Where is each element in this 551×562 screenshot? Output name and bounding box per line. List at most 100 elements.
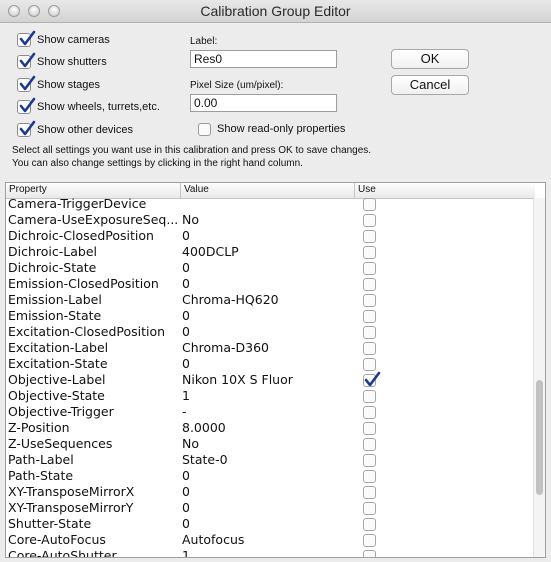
table-row[interactable]: XY-TransposeMirrorY 0 [6, 500, 535, 516]
scrollbar-thumb[interactable] [536, 380, 543, 495]
use-checkbox[interactable] [363, 246, 376, 259]
value-cell[interactable]: No [182, 212, 352, 227]
table-row[interactable]: Dichroic-State 0 [6, 260, 535, 276]
use-checkbox[interactable] [363, 371, 381, 387]
use-checkbox[interactable] [363, 502, 376, 515]
table-body: Camera-TriggerDevice Camera-UseExposureSe… [6, 196, 535, 558]
value-cell[interactable]: 0 [182, 228, 352, 243]
value-cell[interactable]: 8.0000 [182, 420, 352, 435]
use-checkbox[interactable] [363, 518, 376, 531]
table-row[interactable]: Camera-TriggerDevice [6, 196, 535, 212]
use-checkbox[interactable] [363, 342, 376, 355]
ok-button[interactable]: OK [391, 49, 469, 69]
use-checkbox[interactable] [363, 230, 376, 243]
value-cell[interactable]: 1 [182, 548, 352, 557]
table-row[interactable]: Shutter-State 0 [6, 516, 535, 532]
table-row[interactable]: Excitation-ClosedPosition 0 [6, 324, 535, 340]
value-cell[interactable]: Chroma-HQ620 [182, 292, 352, 307]
show-option-label: Show stages [37, 79, 100, 91]
table-row[interactable]: Camera-UseExposureSeq... No [6, 212, 535, 228]
table-row[interactable]: Emission-Label Chroma-HQ620 [6, 292, 535, 308]
table-row[interactable]: Dichroic-ClosedPosition 0 [6, 228, 535, 244]
table-row[interactable]: Emission-State 0 [6, 308, 535, 324]
value-cell[interactable]: 0 [182, 356, 352, 371]
value-cell[interactable]: 0 [182, 468, 352, 483]
use-checkbox[interactable] [363, 214, 376, 227]
table-row[interactable]: Core-AutoShutter 1 [6, 548, 535, 558]
value-cell[interactable]: 0 [182, 484, 352, 499]
use-checkbox[interactable] [363, 198, 376, 211]
use-checkbox[interactable] [363, 294, 376, 307]
use-checkbox[interactable] [363, 438, 376, 451]
use-checkbox[interactable] [363, 550, 376, 557]
use-checkbox[interactable] [363, 534, 376, 547]
property-cell: Z-UseSequences [8, 436, 113, 451]
pixel-size-input[interactable]: 0.00 [190, 94, 337, 112]
header-value[interactable]: Value [184, 184, 209, 195]
use-checkbox[interactable] [363, 470, 376, 483]
value-cell[interactable]: Nikon 10X S Fluor [182, 372, 352, 387]
value-cell[interactable]: State-0 [182, 452, 352, 467]
label-input[interactable]: Res0 [190, 50, 337, 68]
use-checkbox[interactable] [363, 262, 376, 275]
use-checkbox[interactable] [363, 406, 376, 419]
property-cell: Emission-State [8, 308, 102, 323]
show-option-label: Show other devices [37, 124, 133, 136]
property-cell: Core-AutoShutter [8, 548, 117, 558]
show-option-checkbox[interactable] [17, 75, 36, 92]
show-option-checkbox[interactable] [17, 30, 36, 47]
value-cell[interactable]: 0 [182, 260, 352, 275]
table-row[interactable]: Z-UseSequences No [6, 436, 535, 452]
value-cell[interactable]: 0 [182, 308, 352, 323]
use-checkbox[interactable] [363, 278, 376, 291]
value-cell[interactable]: 0 [182, 500, 352, 515]
table-row[interactable]: Excitation-Label Chroma-D360 [6, 340, 535, 356]
show-readonly-label: Show read-only properties [217, 123, 346, 135]
property-cell: Path-State [8, 468, 74, 483]
table-row[interactable]: Path-State 0 [6, 468, 535, 484]
use-checkbox[interactable] [363, 390, 376, 403]
show-readonly-checkbox[interactable] [198, 123, 211, 136]
instruction-line-1: Select all settings you want use in this… [12, 145, 372, 156]
property-cell: Dichroic-Label [8, 244, 97, 259]
header-property[interactable]: Property [9, 184, 47, 195]
use-checkbox[interactable] [363, 326, 376, 339]
show-option-checkbox[interactable] [17, 97, 36, 114]
use-checkbox[interactable] [363, 422, 376, 435]
use-checkbox[interactable] [363, 310, 376, 323]
checkmark-icon [364, 371, 381, 387]
header-use[interactable]: Use [358, 184, 376, 195]
vertical-scrollbar[interactable] [533, 198, 545, 557]
table-row[interactable]: Objective-Label Nikon 10X S Fluor [6, 371, 535, 388]
property-cell: XY-TransposeMirrorY [8, 500, 134, 515]
property-cell: Objective-State [8, 388, 105, 403]
table-row[interactable]: Emission-ClosedPosition 0 [6, 276, 535, 292]
value-cell[interactable]: 0 [182, 276, 352, 291]
table-row[interactable]: Z-Position 8.0000 [6, 420, 535, 436]
property-cell: Z-Position [8, 420, 70, 435]
table-row[interactable]: Path-Label State-0 [6, 452, 535, 468]
table-row[interactable]: XY-TransposeMirrorX 0 [6, 484, 535, 500]
value-cell[interactable]: No [182, 436, 352, 451]
use-checkbox[interactable] [363, 358, 376, 371]
show-option-checkbox[interactable] [17, 120, 36, 137]
use-checkbox[interactable] [363, 486, 376, 499]
table-row[interactable]: Objective-Trigger - [6, 404, 535, 420]
table-row[interactable]: Objective-State 1 [6, 388, 535, 404]
pixel-size-caption: Pixel Size (um/pixel): [190, 80, 284, 91]
property-cell: Shutter-State [8, 516, 92, 531]
value-cell[interactable]: - [182, 404, 352, 419]
value-cell[interactable]: Autofocus [182, 532, 352, 547]
table-row[interactable]: Core-AutoFocus Autofocus [6, 532, 535, 548]
value-cell[interactable]: 0 [182, 324, 352, 339]
table-row[interactable]: Excitation-State 0 [6, 356, 535, 372]
use-checkbox[interactable] [363, 454, 376, 467]
value-cell[interactable]: 0 [182, 516, 352, 531]
property-cell: Core-AutoFocus [8, 532, 106, 547]
value-cell[interactable]: 1 [182, 388, 352, 403]
cancel-button[interactable]: Cancel [391, 75, 469, 95]
value-cell[interactable]: Chroma-D360 [182, 340, 352, 355]
value-cell[interactable]: 400DCLP [182, 244, 352, 259]
table-row[interactable]: Dichroic-Label 400DCLP [6, 244, 535, 260]
show-option-checkbox[interactable] [17, 52, 36, 69]
